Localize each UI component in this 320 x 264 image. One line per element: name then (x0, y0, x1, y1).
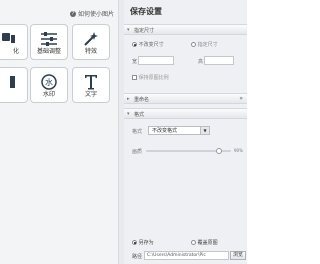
rename-section-title: 重命名 (134, 97, 150, 103)
radio-label: 不改变尺寸 (138, 42, 164, 48)
quality-label: 画质 (132, 149, 143, 155)
expand-arrow-icon: ▸ (127, 96, 130, 102)
chevron-down-icon: ▼ (200, 127, 209, 134)
keep-ratio-option[interactable]: 保持原图比例 (132, 74, 169, 81)
tool-tile-watermark[interactable]: 水 水印 (30, 67, 68, 103)
radio-button[interactable] (191, 240, 196, 245)
save-settings-panel: 保存设置 ▾ 指定尺寸 不改变尺寸 指定尺寸 宽 高 保持原图比例 ▸ 重命名 … (124, 0, 247, 264)
radio-label: 指定尺寸 (197, 42, 218, 48)
format-select[interactable]: 不改变格式 ▼ (148, 126, 210, 135)
tool-label: 文字 (84, 91, 97, 98)
tool-tile-basic-adjust[interactable]: 基础调整 (30, 24, 68, 60)
format-section-title: 格式 (134, 112, 145, 118)
tool-label: 化 (12, 48, 19, 55)
size-section-title: 指定尺寸 (134, 28, 155, 34)
checkbox-label: 保持原图比例 (138, 75, 169, 81)
radio-label: 覆盖原图 (197, 240, 218, 246)
size-original-option[interactable]: 不改变尺寸 (132, 41, 164, 48)
tool-tile-text[interactable]: 文字 (72, 67, 110, 103)
tools-panel: ? 如何使小图片 化 基础调整 特效 水 水印 文字 (0, 0, 123, 264)
panel-title: 保存设置 (130, 7, 162, 16)
collapse-arrow-icon: ▾ (127, 27, 130, 33)
radio-button[interactable] (132, 42, 137, 47)
format-label: 格式 (132, 129, 143, 135)
tool-tile-partial-1[interactable]: 化 (0, 24, 28, 60)
radio-button[interactable] (191, 42, 196, 47)
checkbox[interactable] (132, 75, 137, 80)
help-link[interactable]: ? 如何使小图片 (70, 9, 114, 18)
size-custom-option[interactable]: 指定尺寸 (191, 41, 218, 48)
overwrite-option[interactable]: 覆盖原图 (191, 239, 218, 246)
help-icon: ? (70, 10, 76, 17)
svg-text:水: 水 (45, 77, 53, 87)
tool-label: 特效 (84, 48, 97, 55)
path-label: 路径 (132, 254, 143, 260)
radio-button[interactable] (132, 240, 137, 245)
expand-toggle-icon[interactable]: » (239, 95, 243, 102)
collapse-arrow-icon: ▾ (127, 111, 130, 117)
quality-slider-handle[interactable] (216, 148, 223, 154)
tool-tile-effects[interactable]: 特效 (72, 24, 110, 60)
browse-button[interactable]: 浏览 (230, 251, 246, 260)
save-as-option[interactable]: 另存为 (132, 239, 154, 246)
size-section-header[interactable]: ▾ 指定尺寸 (124, 24, 247, 35)
rename-section-header[interactable]: ▸ 重命名 » (124, 93, 247, 104)
path-field[interactable]: C:\Users\Administrator\Pic (144, 251, 229, 260)
tool-label: 基础调整 (36, 48, 61, 55)
format-select-value: 不改变格式 (152, 128, 178, 134)
height-label: 高 (198, 59, 204, 65)
radio-label: 另存为 (138, 240, 154, 246)
quality-value: 90% (234, 148, 243, 153)
format-section-header[interactable]: ▾ 格式 (124, 108, 247, 119)
tool-label: 水印 (42, 91, 55, 98)
width-field[interactable] (138, 56, 174, 65)
tool-tile-partial-2[interactable] (0, 67, 28, 103)
height-field[interactable] (204, 56, 234, 65)
help-link-label: 如何使小图片 (78, 11, 115, 18)
width-label: 宽 (132, 59, 138, 65)
partial-icon (0, 73, 27, 91)
